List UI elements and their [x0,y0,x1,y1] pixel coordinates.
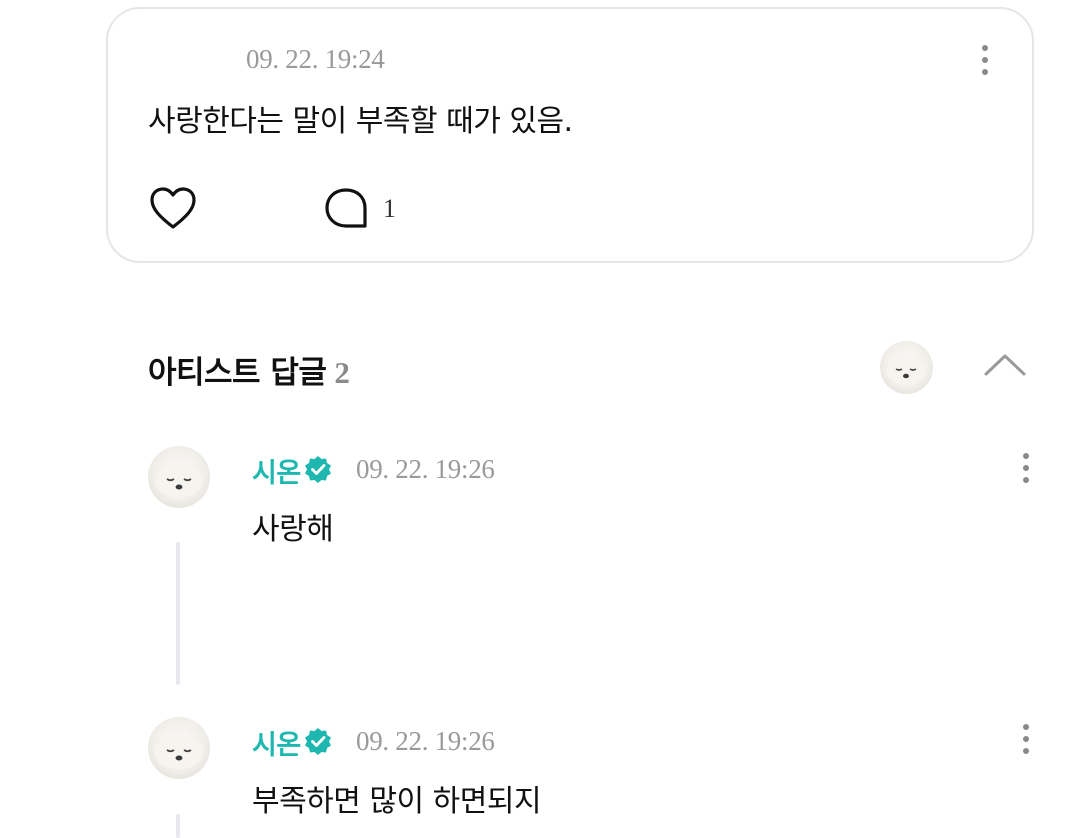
heart-outline-icon [150,187,196,229]
comment-avatar[interactable] [148,717,210,779]
comment-more-button[interactable] [1016,448,1036,488]
dog-avatar-image [155,735,203,769]
speech-bubble-icon [325,188,367,228]
artist-replies-title: 아티스트 답글 [148,355,327,391]
artist-replies-header: 아티스트 답글 2 [148,347,350,392]
like-button[interactable] [148,184,198,234]
artist-replies-count: 2 [334,355,350,390]
kebab-dot [1023,724,1029,730]
comment-date: 09. 22. 19:26 [356,726,495,756]
comment-more-button[interactable] [1016,719,1036,759]
verified-badge-icon [303,454,333,484]
thread-line [176,814,180,838]
dog-avatar-image [155,464,203,498]
kebab-dot [982,57,988,63]
page: 09. 22. 19:24 사랑한다는 말이 부족할 때가 있음. 1 아티스트… [0,0,1080,838]
comment-button[interactable] [322,186,370,232]
comment-author[interactable]: 시온 [252,723,301,762]
kebab-dot [982,45,988,51]
comment-count: 1 [383,194,396,223]
collapse-button[interactable] [983,350,1027,380]
comment-text: 부족하면 많이 하면되지 [252,784,542,819]
verified-badge-icon [303,726,333,756]
dog-avatar-image [886,357,926,385]
chevron-up-icon [984,354,1026,376]
kebab-dot [1023,736,1029,742]
kebab-dot [1023,453,1029,459]
kebab-dot [1023,477,1029,483]
post-text: 사랑한다는 말이 부족할 때가 있음. [148,104,573,139]
artist-avatar[interactable] [880,341,933,394]
kebab-dot [1023,748,1029,754]
thread-line [176,542,180,685]
comment-text: 사랑해 [252,512,334,547]
comment-author[interactable]: 시온 [252,451,301,490]
post-more-button[interactable] [975,40,995,80]
post-date: 09. 22. 19:24 [246,44,385,74]
comment-date: 09. 22. 19:26 [356,454,495,484]
kebab-dot [1023,465,1029,471]
comment-avatar[interactable] [148,446,210,508]
kebab-dot [982,69,988,75]
